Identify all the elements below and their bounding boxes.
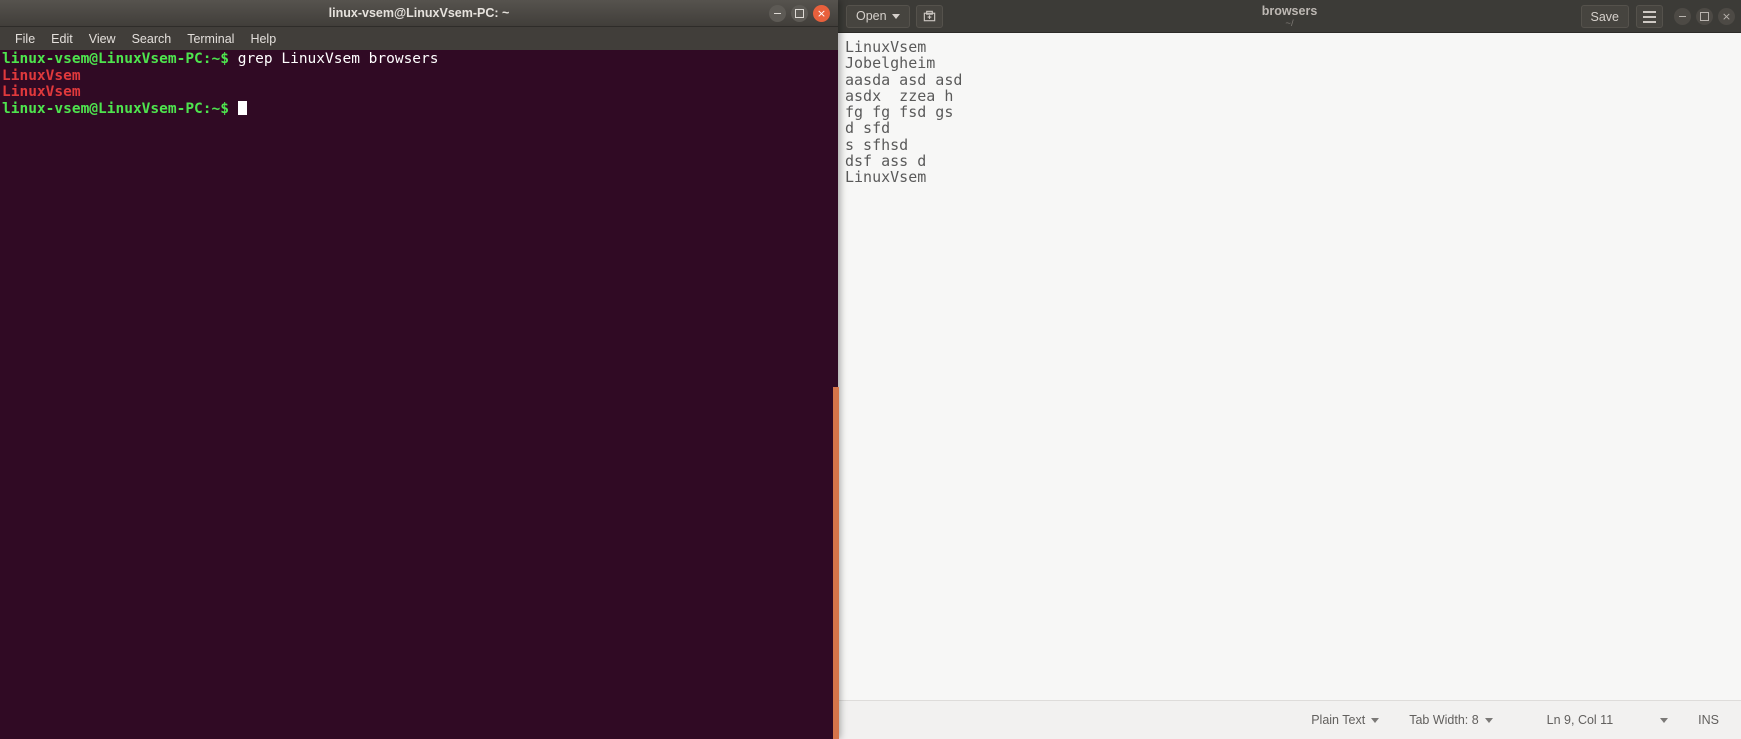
gedit-menu-button[interactable] xyxy=(1636,5,1663,28)
chevron-down-icon xyxy=(891,13,900,19)
close-icon: × xyxy=(816,7,827,20)
menu-item-help[interactable]: Help xyxy=(242,30,284,48)
status-cursor-position[interactable]: Ln 9, Col 11 xyxy=(1547,713,1613,727)
gedit-header-left-group: Open xyxy=(838,4,943,28)
terminal-match-line: LinuxVsem xyxy=(2,67,81,84)
status-tabwidth-selector[interactable]: Tab Width: 8 xyxy=(1409,713,1493,727)
gedit-close-button[interactable]: × xyxy=(1718,8,1735,25)
status-language-selector[interactable]: Plain Text xyxy=(1311,713,1380,727)
terminal-title: linux-vsem@LinuxVsem-PC: ~ xyxy=(328,6,510,20)
gedit-header-right-group: Save × xyxy=(1580,0,1735,33)
terminal-maximize-button[interactable] xyxy=(791,5,808,22)
open-button-label: Open xyxy=(856,9,887,23)
terminal-command: grep LinuxVsem browsers xyxy=(228,51,439,67)
new-document-icon xyxy=(923,10,935,21)
gedit-headerbar: Open browsers ~/ Save × xyxy=(838,0,1741,33)
terminal-edge-highlight[interactable] xyxy=(833,387,839,739)
gedit-minimize-button[interactable] xyxy=(1674,8,1691,25)
terminal-match-line: LinuxVsem xyxy=(2,84,81,100)
gedit-status-bar: Plain Text Tab Width: 8 Ln 9, Col 11 INS xyxy=(838,700,1741,739)
terminal-titlebar: linux-vsem@LinuxVsem-PC: ~ × xyxy=(0,0,838,27)
terminal-cursor xyxy=(237,100,247,115)
gedit-text-area[interactable]: LinuxVsem Jobelgheim aasda asd asd asdx … xyxy=(838,33,1741,700)
terminal-input xyxy=(229,101,238,117)
menu-item-edit[interactable]: Edit xyxy=(43,30,81,48)
gedit-window-controls: × xyxy=(1674,8,1735,25)
menu-item-search[interactable]: Search xyxy=(124,30,180,48)
chevron-down-icon xyxy=(1371,717,1380,723)
menu-item-terminal[interactable]: Terminal xyxy=(179,30,242,48)
status-language-label: Plain Text xyxy=(1311,713,1366,727)
open-button[interactable]: Open xyxy=(846,4,910,28)
gedit-window: Open browsers ~/ Save × LinuxVsem Jobelg… xyxy=(838,0,1741,739)
terminal-window: linux-vsem@LinuxVsem-PC: ~ × File Edit V… xyxy=(0,0,838,739)
terminal-window-controls: × xyxy=(769,0,830,27)
new-document-button[interactable] xyxy=(915,4,943,28)
terminal-output: linux-vsem@LinuxVsem-PC:~$ grep LinuxVse… xyxy=(0,50,838,117)
chevron-down-icon[interactable] xyxy=(1660,717,1669,723)
terminal-prompt: linux-vsem@LinuxVsem-PC:~$ xyxy=(2,51,229,67)
close-icon: × xyxy=(1721,10,1732,23)
status-insert-label: INS xyxy=(1698,713,1719,727)
gedit-document-content: LinuxVsem Jobelgheim aasda asd asd asdx … xyxy=(845,38,963,187)
terminal-prompt: linux-vsem@LinuxVsem-PC:~$ xyxy=(2,100,229,117)
gedit-maximize-button[interactable] xyxy=(1696,8,1713,25)
hamburger-menu-icon xyxy=(1643,10,1656,23)
terminal-close-button[interactable]: × xyxy=(813,5,830,22)
status-tabwidth-label: Tab Width: 8 xyxy=(1409,713,1479,727)
desktop-root: Open browsers ~/ Save × LinuxVsem Jobelg… xyxy=(0,0,1741,739)
menu-item-file[interactable]: File xyxy=(7,30,43,48)
chevron-down-icon xyxy=(1484,717,1493,723)
terminal-menubar: File Edit View Search Terminal Help xyxy=(0,27,838,50)
gedit-document-path: ~/ xyxy=(1285,17,1294,29)
status-insert-mode: INS xyxy=(1698,713,1719,727)
status-cursor-label: Ln 9, Col 11 xyxy=(1546,713,1614,727)
terminal-screen[interactable]: linux-vsem@LinuxVsem-PC:~$ grep LinuxVse… xyxy=(0,50,838,739)
save-button[interactable]: Save xyxy=(1580,5,1629,28)
terminal-minimize-button[interactable] xyxy=(769,5,786,22)
menu-item-view[interactable]: View xyxy=(81,30,124,48)
save-button-label: Save xyxy=(1590,9,1620,24)
gedit-document-title: browsers xyxy=(1261,3,1318,18)
